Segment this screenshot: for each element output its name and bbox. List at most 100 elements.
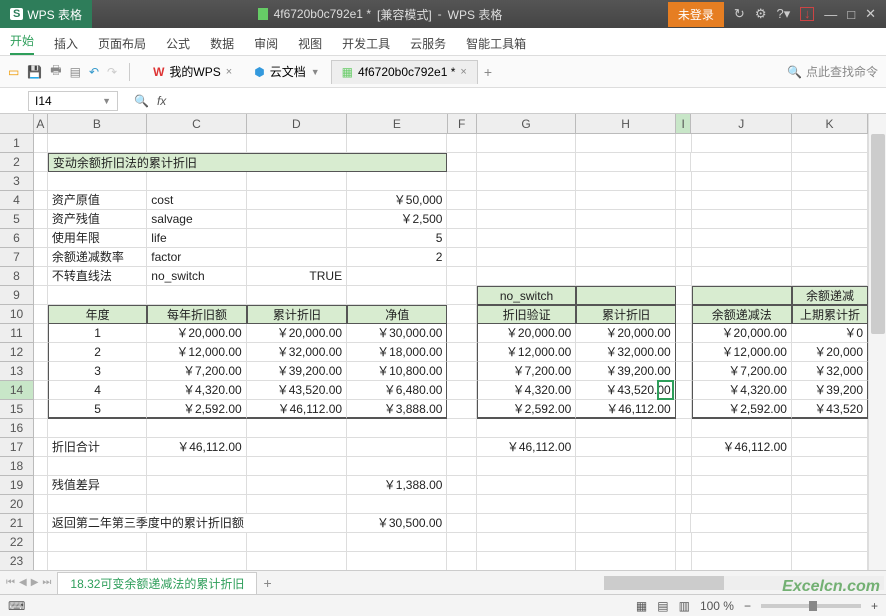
cell[interactable] xyxy=(676,343,692,362)
row-header[interactable]: 22 xyxy=(0,533,34,552)
cell[interactable] xyxy=(576,495,675,514)
cell[interactable] xyxy=(692,191,792,210)
cell[interactable] xyxy=(447,134,476,153)
cell[interactable] xyxy=(34,552,48,570)
name-box[interactable]: I14 ▼ xyxy=(28,91,118,111)
cell[interactable] xyxy=(676,229,692,248)
cell[interactable] xyxy=(676,457,692,476)
column-header[interactable]: C xyxy=(147,114,246,134)
cell[interactable] xyxy=(792,533,868,552)
cell[interactable] xyxy=(576,476,675,495)
cell[interactable] xyxy=(447,476,476,495)
cell[interactable] xyxy=(347,457,447,476)
cell[interactable] xyxy=(576,552,675,570)
cell[interactable] xyxy=(34,400,48,419)
cell[interactable]: ￥4,320.00 xyxy=(692,381,792,400)
column-header[interactable]: A xyxy=(34,114,48,134)
cell[interactable] xyxy=(692,229,792,248)
column-header[interactable]: F xyxy=(448,114,477,134)
view-page-icon[interactable]: ▤ xyxy=(657,599,668,613)
cell[interactable]: cost xyxy=(147,191,246,210)
cell[interactable]: ￥12,000.00 xyxy=(147,343,246,362)
cell[interactable] xyxy=(576,153,676,172)
row-header[interactable]: 7 xyxy=(0,248,34,267)
cell[interactable] xyxy=(477,495,576,514)
scroll-thumb[interactable] xyxy=(604,576,724,590)
cell[interactable] xyxy=(792,419,868,438)
cell[interactable] xyxy=(792,134,868,153)
cell[interactable]: ￥10,800.00 xyxy=(347,362,447,381)
cell[interactable]: ￥3,888.00 xyxy=(347,400,447,419)
cell[interactable] xyxy=(447,191,476,210)
menu-start[interactable]: 开始 xyxy=(10,28,34,55)
cell[interactable] xyxy=(48,134,147,153)
cell[interactable] xyxy=(576,514,675,533)
cell[interactable] xyxy=(347,286,447,305)
row-header[interactable]: 3 xyxy=(0,172,34,191)
cell[interactable]: factor xyxy=(147,248,246,267)
cell[interactable] xyxy=(447,533,476,552)
cell[interactable]: 每年折旧额 xyxy=(147,305,246,324)
cell[interactable] xyxy=(676,248,692,267)
row-header[interactable]: 11 xyxy=(0,324,34,343)
column-header[interactable]: B xyxy=(48,114,147,134)
cell[interactable]: 折旧合计 xyxy=(48,438,147,457)
cell[interactable] xyxy=(576,419,675,438)
cell[interactable] xyxy=(576,191,675,210)
cell[interactable]: ￥32,000 xyxy=(792,362,868,381)
cell[interactable]: ￥43,520 xyxy=(792,400,868,419)
row-header[interactable]: 10 xyxy=(0,305,34,324)
view-normal-icon[interactable]: ▦ xyxy=(636,599,647,613)
tab-close-icon[interactable]: × xyxy=(460,66,466,78)
redo-icon[interactable]: ↷ xyxy=(107,65,117,79)
cell[interactable] xyxy=(247,457,347,476)
save-icon[interactable]: 💾 xyxy=(27,65,42,79)
row-header[interactable]: 6 xyxy=(0,229,34,248)
cell[interactable] xyxy=(147,476,246,495)
cell[interactable]: ￥39,200.00 xyxy=(576,362,675,381)
cell[interactable] xyxy=(147,134,246,153)
close-icon[interactable]: ✕ xyxy=(865,6,876,22)
next-sheet-icon[interactable]: ▶ xyxy=(31,577,39,588)
cell[interactable] xyxy=(676,552,692,570)
zoom-label[interactable]: 100 % xyxy=(700,599,734,613)
cell[interactable]: ￥46,112.00 xyxy=(692,438,792,457)
cell[interactable] xyxy=(247,495,347,514)
menu-tools[interactable]: 智能工具箱 xyxy=(466,31,526,52)
cell[interactable]: ￥46,112.00 xyxy=(576,400,675,419)
cell[interactable] xyxy=(34,438,48,457)
cell[interactable]: 余额递减数率 xyxy=(48,248,147,267)
cell[interactable] xyxy=(477,210,576,229)
cell[interactable]: 1 xyxy=(48,324,147,343)
menu-dev[interactable]: 开发工具 xyxy=(342,31,390,52)
cell[interactable] xyxy=(447,419,476,438)
cell[interactable] xyxy=(247,134,347,153)
cell[interactable]: ￥7,200.00 xyxy=(147,362,246,381)
cell[interactable] xyxy=(447,172,476,191)
row-header[interactable]: 15 xyxy=(0,400,34,419)
row-header[interactable]: 1 xyxy=(0,134,34,153)
pin-icon[interactable]: ↓ xyxy=(800,7,814,21)
scroll-thumb[interactable] xyxy=(871,134,885,334)
cell[interactable]: 净值 xyxy=(347,305,447,324)
cell[interactable] xyxy=(247,533,347,552)
cell[interactable] xyxy=(692,495,792,514)
cell[interactable] xyxy=(447,400,476,419)
cell[interactable] xyxy=(692,134,792,153)
cell[interactable] xyxy=(34,476,48,495)
cell[interactable] xyxy=(792,172,868,191)
cell[interactable] xyxy=(477,134,576,153)
tab-mywps[interactable]: W 我的WPS × xyxy=(142,60,243,84)
row-header[interactable]: 9 xyxy=(0,286,34,305)
cell[interactable]: no_switch xyxy=(477,286,576,305)
cell[interactable] xyxy=(676,533,692,552)
cell[interactable]: ￥6,480.00 xyxy=(347,381,447,400)
cell[interactable] xyxy=(576,172,675,191)
cell[interactable] xyxy=(792,514,868,533)
cell[interactable]: 3 xyxy=(48,362,147,381)
column-header[interactable]: I xyxy=(676,114,692,134)
cell[interactable] xyxy=(247,419,347,438)
cell[interactable] xyxy=(477,153,577,172)
cell[interactable] xyxy=(34,495,48,514)
cell[interactable] xyxy=(34,210,48,229)
